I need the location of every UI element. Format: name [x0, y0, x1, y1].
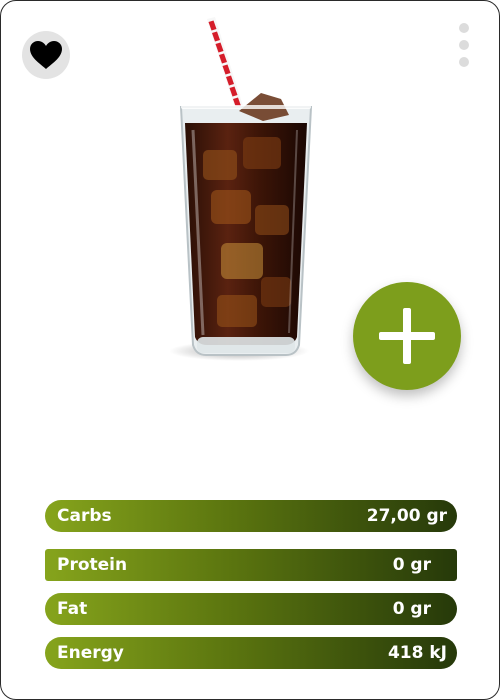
nutrient-value: 0 gr [392, 555, 431, 575]
more-options-dot [459, 40, 469, 50]
more-options-dot [459, 23, 469, 33]
plus-icon-stroke [403, 308, 411, 364]
nutrient-value: 27,00 gr [366, 506, 447, 526]
nutrient-fat: Fat 0 gr [45, 593, 457, 625]
nutrient-value: 0 gr [392, 599, 431, 619]
product-card: Carbs 27,00 gr Protein 0 gr Fat 0 gr Ene… [0, 0, 500, 700]
nutrient-label: Protein [57, 555, 128, 575]
more-options-dot [459, 57, 469, 67]
nutrient-energy: Energy 418 kJ [45, 637, 457, 669]
product-image [169, 17, 313, 361]
nutrient-label: Energy [57, 643, 124, 663]
nutrient-protein: Protein 0 gr [45, 549, 457, 581]
add-button[interactable] [353, 282, 461, 390]
favorite-button[interactable] [22, 31, 70, 79]
more-options-button[interactable] [453, 21, 475, 71]
heart-icon [30, 41, 62, 69]
nutrient-value: 418 kJ [387, 643, 447, 663]
nutrient-label: Carbs [57, 506, 112, 526]
nutrient-label: Fat [57, 599, 88, 619]
nutrient-carbs: Carbs 27,00 gr [45, 500, 457, 532]
